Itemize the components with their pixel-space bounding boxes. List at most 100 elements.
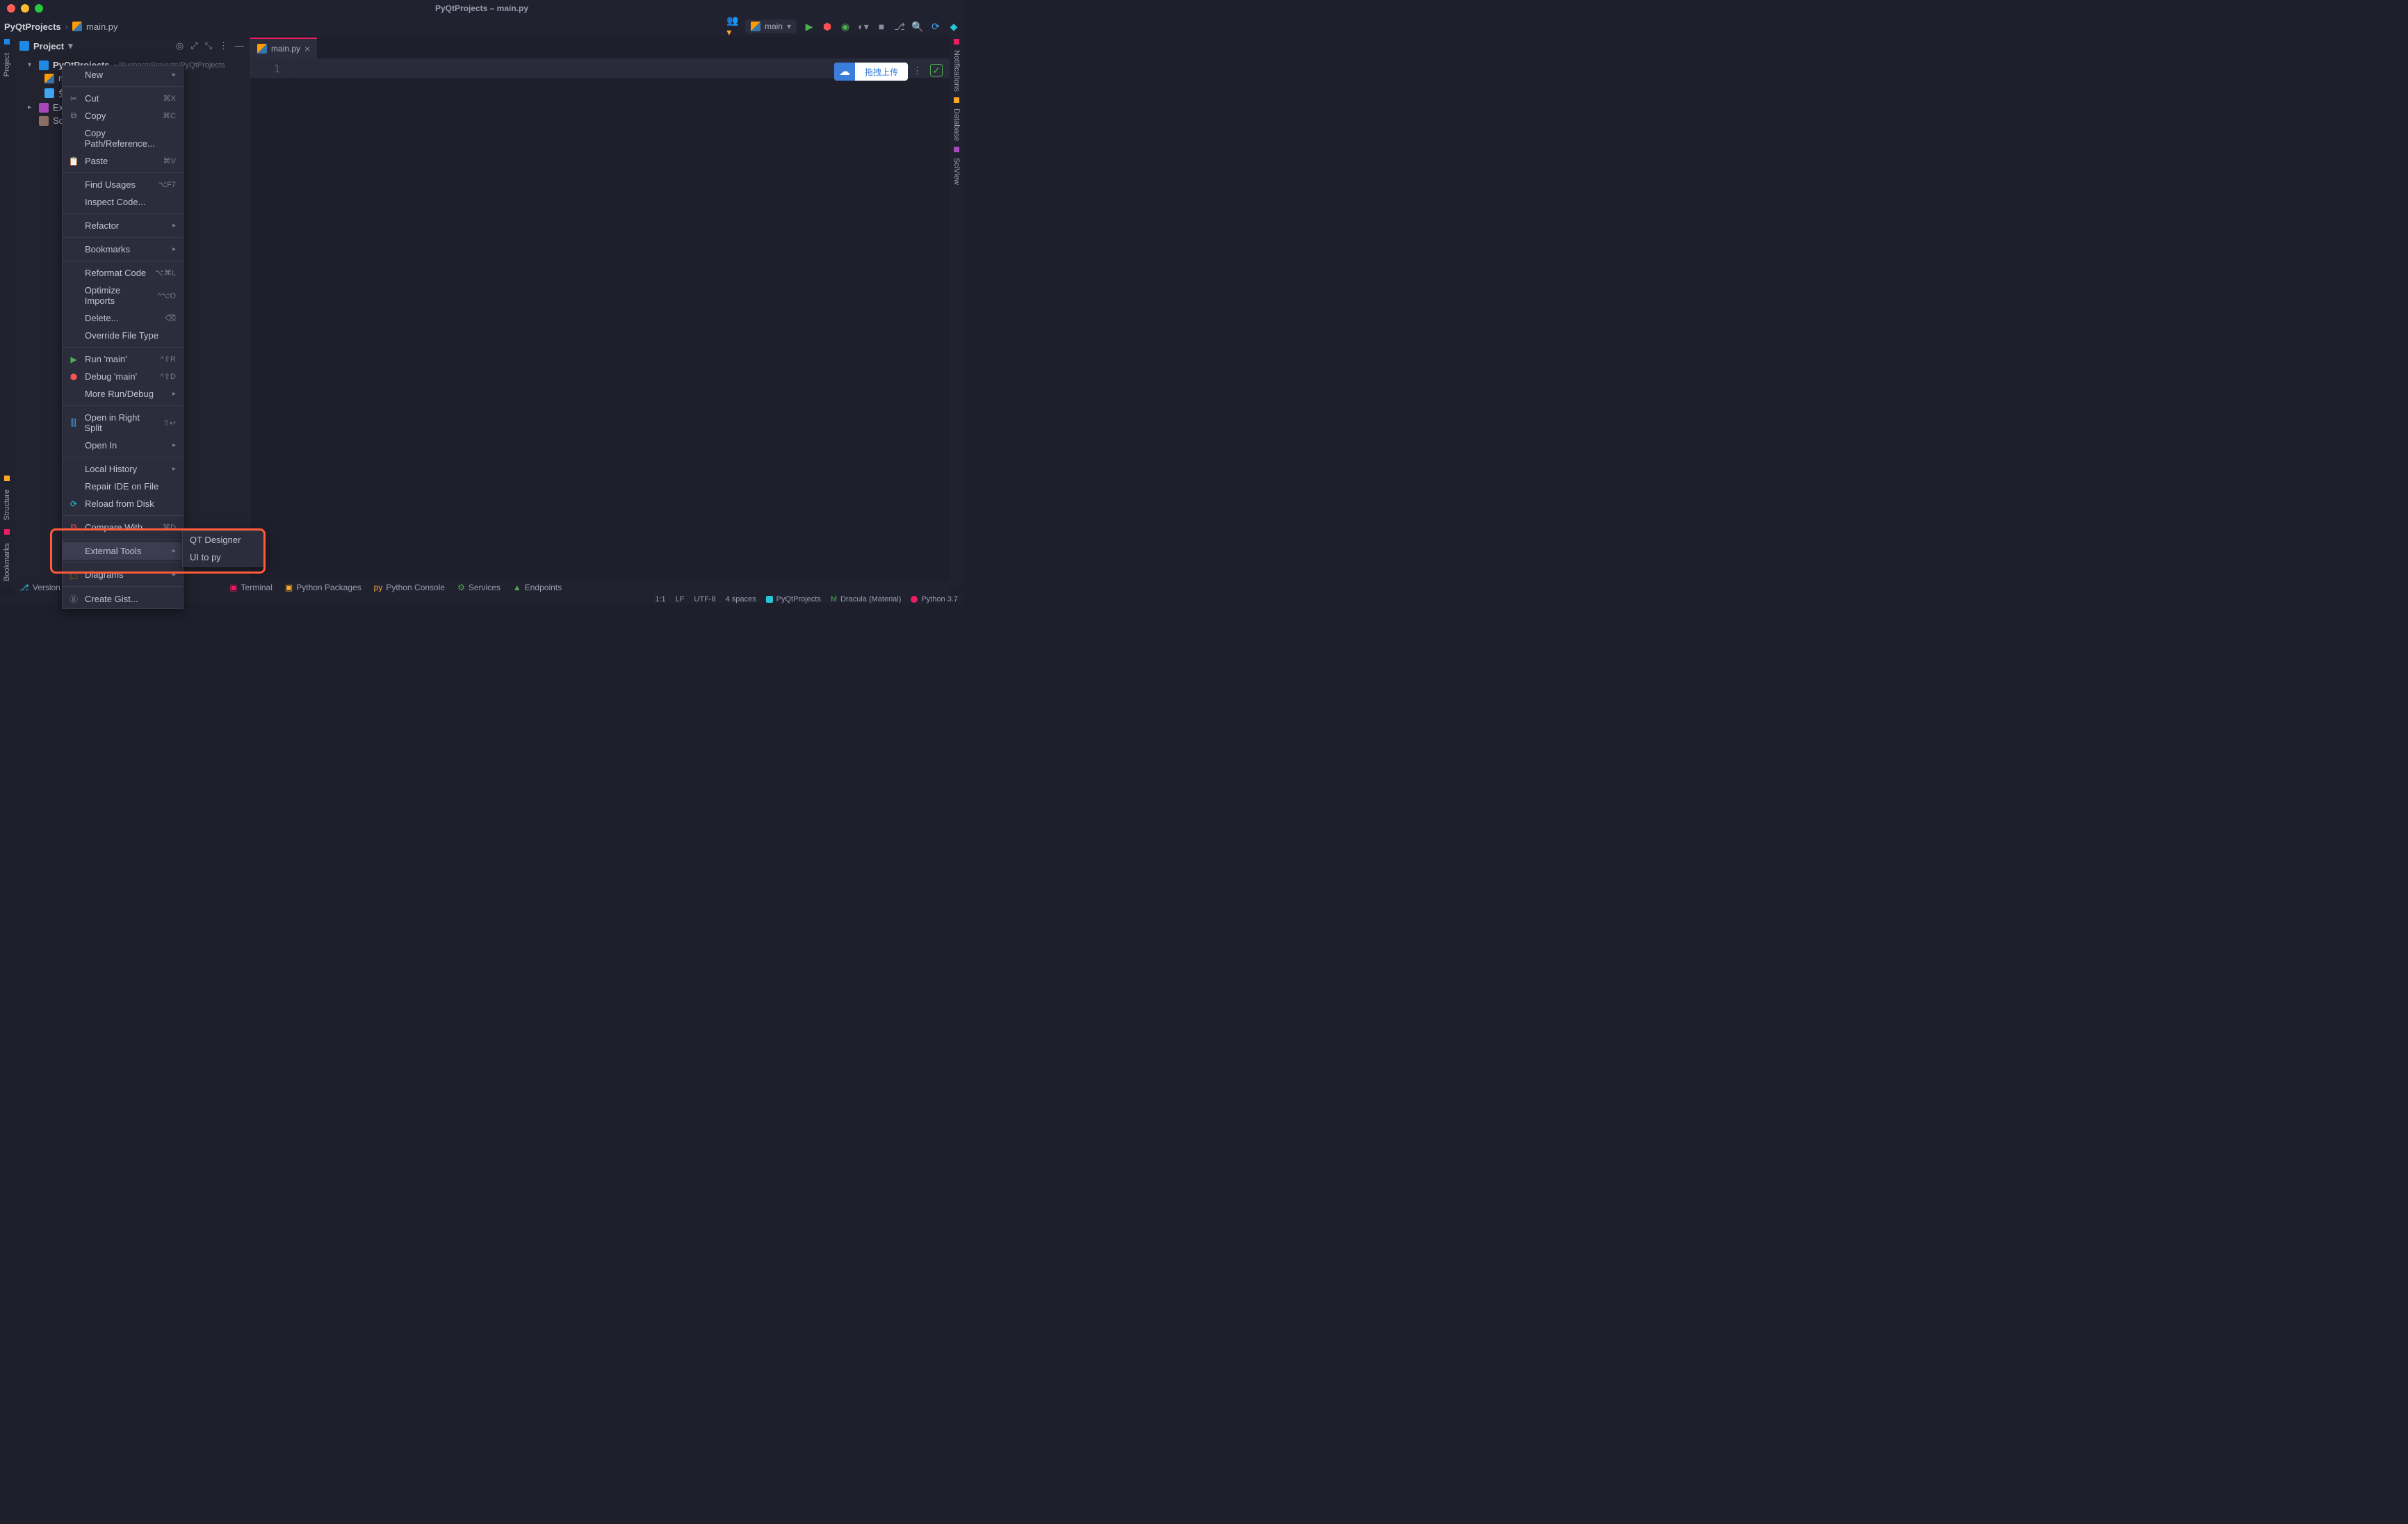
menu-create-gist[interactable]: ⓖCreate Gist... — [63, 590, 183, 608]
theme-icon: M — [831, 595, 837, 603]
menu-debug-main[interactable]: ⬢Debug 'main'^⇧D — [63, 368, 183, 385]
menu-local-history[interactable]: Local History▸ — [63, 460, 183, 478]
menu-override-file-type[interactable]: Override File Type — [63, 327, 183, 344]
close-icon[interactable]: × — [304, 43, 310, 54]
packages-icon: ▣ — [285, 583, 293, 592]
project-panel-title: Project — [33, 41, 64, 51]
profile-icon[interactable]: ◐▾ — [858, 21, 869, 32]
external-tools-submenu: QT Designer UI to py — [182, 530, 264, 567]
menu-paste[interactable]: 📋Paste⌘V — [63, 152, 183, 170]
submenu-qt-designer[interactable]: QT Designer — [183, 531, 263, 549]
notifications-tab[interactable]: Notifications — [951, 46, 962, 96]
run-config-name: main — [765, 22, 783, 31]
close-window-button[interactable] — [7, 4, 15, 13]
status-project[interactable]: PyQtProjects — [766, 595, 821, 603]
menu-bookmarks[interactable]: Bookmarks▸ — [63, 241, 183, 258]
upload-widget[interactable]: ☁ 拖拽上传 — [834, 63, 908, 81]
database-tab-icon[interactable] — [954, 97, 959, 103]
menu-open-right-split[interactable]: ⫿⫿Open in Right Split⇧↩ — [63, 409, 183, 437]
sciview-tab[interactable]: SciView — [951, 154, 962, 189]
menu-inspect-code[interactable]: Inspect Code... — [63, 193, 183, 211]
status-position[interactable]: 1:1 — [655, 595, 665, 603]
btn-endpoints[interactable]: ▲Endpoints — [513, 583, 562, 592]
maximize-window-button[interactable] — [35, 4, 43, 13]
diagram-icon: ⬚ — [68, 570, 79, 580]
menu-cut[interactable]: ✂Cut⌘X — [63, 90, 183, 107]
sync-icon[interactable]: ⟳ — [930, 21, 941, 32]
menu-more-run-debug[interactable]: More Run/Debug▸ — [63, 385, 183, 403]
library-icon — [39, 103, 49, 113]
bookmarks-tab[interactable]: Bookmarks — [1, 537, 13, 587]
window-controls — [0, 4, 43, 13]
structure-tab-icon[interactable] — [4, 476, 10, 481]
git-icon[interactable]: ⎇ — [894, 21, 905, 32]
menu-optimize-imports[interactable]: Optimize Imports^⌥O — [63, 282, 183, 309]
btn-terminal[interactable]: ▣Terminal — [229, 583, 272, 592]
editor-body[interactable]: 1 ☁ 拖拽上传 ⋮ ✓ — [250, 58, 950, 587]
debug-icon[interactable]: ⬢ — [822, 21, 833, 32]
menu-refactor[interactable]: Refactor▸ — [63, 217, 183, 234]
menu-reformat-code[interactable]: Reformat Code⌥⌘L — [63, 264, 183, 282]
menu-find-usages[interactable]: Find Usages⌥F7 — [63, 176, 183, 193]
structure-tab[interactable]: Structure — [1, 484, 13, 526]
breadcrumb-file[interactable]: main.py — [86, 22, 118, 32]
image-file-icon — [44, 88, 54, 98]
database-tab[interactable]: Database — [951, 104, 962, 145]
main-toolbar: PyQtProjects › main.py 👥▾ main ▾ ▶ ⬢ ◉ ◐… — [0, 17, 963, 36]
hide-icon[interactable]: — — [235, 40, 244, 51]
menu-copy[interactable]: ⧉Copy⌘C — [63, 107, 183, 124]
status-line-ending[interactable]: LF — [676, 595, 685, 603]
btn-python-packages[interactable]: ▣Python Packages — [285, 583, 361, 592]
editor-tab-main[interactable]: main.py × — [250, 38, 317, 58]
minimize-window-button[interactable] — [21, 4, 29, 13]
menu-delete[interactable]: Delete...⌫ — [63, 309, 183, 327]
folder-icon — [39, 60, 49, 70]
user-icon[interactable]: 👥▾ — [727, 21, 738, 32]
run-config-selector[interactable]: main ▾ — [745, 19, 797, 33]
status-indent[interactable]: 4 spaces — [726, 595, 756, 603]
menu-compare-with[interactable]: ⧉Compare With...⌘D — [63, 519, 183, 536]
python-file-icon — [72, 22, 82, 31]
chevron-right-icon[interactable]: ▸ — [28, 104, 35, 111]
status-encoding[interactable]: UTF-8 — [694, 595, 715, 603]
chevron-right-icon: ▸ — [172, 441, 176, 449]
run-coverage-icon[interactable]: ◉ — [840, 21, 851, 32]
collapse-icon[interactable]: ⤡ — [205, 40, 212, 51]
sciview-tab-icon[interactable] — [954, 147, 959, 152]
status-python[interactable]: Python 3.7 — [911, 595, 958, 603]
expand-icon[interactable]: ⤢ — [190, 40, 197, 51]
menu-diagrams[interactable]: ⬚Diagrams▸ — [63, 566, 183, 583]
menu-new[interactable]: New▸ — [63, 66, 183, 83]
submenu-ui-to-py[interactable]: UI to py — [183, 549, 263, 566]
chevron-down-icon[interactable]: ▾ — [28, 61, 35, 69]
compare-icon: ⧉ — [68, 522, 79, 533]
stop-icon[interactable]: ■ — [876, 21, 887, 32]
status-theme[interactable]: MDracula (Material) — [831, 595, 902, 603]
github-icon: ⓖ — [68, 593, 79, 605]
settings-icon[interactable]: ◆ — [948, 21, 959, 32]
folder-icon — [19, 41, 29, 51]
menu-external-tools[interactable]: External Tools▸ — [63, 542, 183, 560]
project-tab[interactable]: Project — [1, 47, 13, 82]
notifications-tab-icon[interactable] — [954, 39, 959, 44]
project-tab-icon[interactable] — [4, 39, 10, 44]
chevron-right-icon: › — [65, 22, 68, 32]
inspection-ok-icon[interactable]: ✓ — [930, 64, 943, 76]
chevron-down-icon[interactable]: ▾ — [68, 40, 73, 51]
btn-python-console[interactable]: pyPython Console — [374, 583, 445, 592]
more-icon[interactable]: ⋮ — [913, 65, 922, 76]
menu-copy-path[interactable]: Copy Path/Reference... — [63, 124, 183, 152]
menu-repair-ide[interactable]: Repair IDE on File — [63, 478, 183, 495]
bookmarks-tab-icon[interactable] — [4, 529, 10, 535]
breadcrumb-project[interactable]: PyQtProjects — [4, 22, 61, 32]
target-icon[interactable]: ◎ — [176, 40, 184, 51]
run-icon[interactable]: ▶ — [804, 21, 815, 32]
split-icon: ⫿⫿ — [68, 418, 79, 428]
search-icon[interactable]: 🔍 — [912, 21, 923, 32]
left-toolwindow-bar: Project Structure Bookmarks — [0, 36, 14, 587]
btn-services[interactable]: ⚙Services — [457, 583, 501, 592]
more-icon[interactable]: ⋮ — [219, 40, 228, 51]
menu-reload-disk[interactable]: ⟳Reload from Disk — [63, 495, 183, 512]
menu-run-main[interactable]: ▶Run 'main'^⇧R — [63, 350, 183, 368]
menu-open-in[interactable]: Open In▸ — [63, 437, 183, 454]
